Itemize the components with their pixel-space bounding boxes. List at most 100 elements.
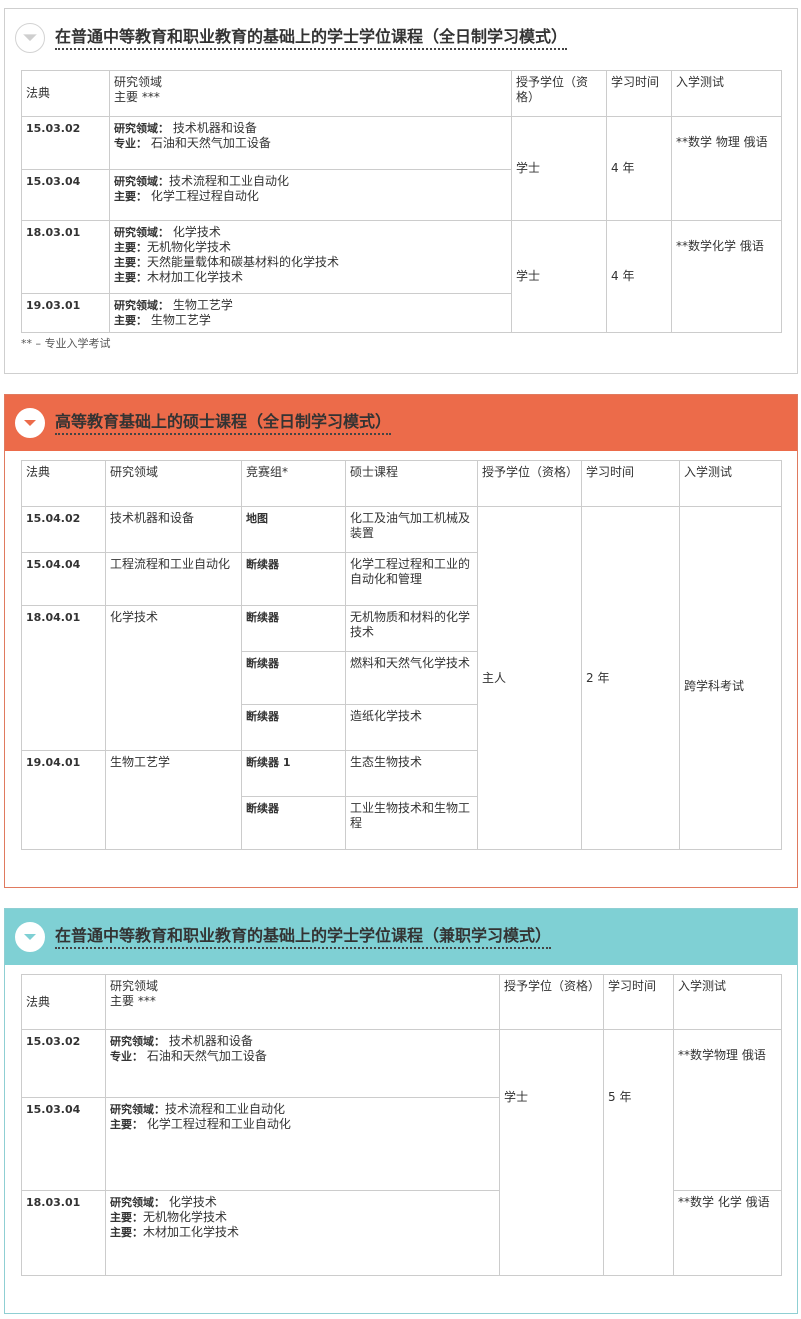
major-value: 无机物化学技术 [143,1210,228,1224]
major-value: 生物工艺学 [150,313,211,327]
major-value: 木材加工化学技术 [147,270,244,284]
program-code: 18.03.01 [21,220,110,294]
field-cell: 化学技术 [105,605,242,751]
field-label: 研究领域： [110,1035,165,1048]
program-code: 15.03.02 [21,116,110,170]
field-value: 生物工艺学 [172,298,233,312]
header-duration: 学习时间 [581,460,680,507]
section-title[interactable]: 在普通中等教育和职业教育的基础上的学士学位课程（兼职学习模式） [55,926,552,949]
field-label: 研究领域： [110,1103,165,1116]
header-duration: 学习时间 [606,70,672,117]
field-label: 研究领域： [114,226,169,239]
header-code: 法典 [21,974,106,1030]
table-row: 15.04.02 技术机器和设备 地图 化工及油气加工机械及装置 主人 2 年 … [21,506,782,850]
chevron-down-icon[interactable] [15,23,45,53]
chevron-down-icon[interactable] [15,408,45,438]
program-cell: 造纸化学技术 [345,704,478,751]
major-value: 石油和天然气加工设备 [146,1049,267,1063]
major-label: 主要： [114,190,147,203]
header-duration: 学习时间 [603,974,674,1030]
section-master-fulltime: 高等教育基础上的硕士课程（全日制学习模式） 法典 研究领域 竞赛组* 硕士课程 … [4,394,798,888]
header-major-label: 主要 *** [114,90,160,104]
group-cell: 断续器 [241,552,346,606]
duration-cell: 4 年 [606,116,672,221]
section-bachelor-parttime: 在普通中等教育和职业教育的基础上的学士学位课程（兼职学习模式） 法典 研究领域 … [4,908,798,1314]
exam-cell: 跨学科考试 [679,506,782,850]
major-value: 天然能量载体和碳基材料的化学技术 [147,255,340,269]
duration-cell: 2 年 [581,506,680,850]
section-title[interactable]: 在普通中等教育和职业教育的基础上的学士学位课程（全日制学习模式） [55,27,568,50]
degree-cell: 主人 [477,506,582,850]
section-header[interactable]: 在普通中等教育和职业教育的基础上的学士学位课程（兼职学习模式） [5,909,797,965]
program-detail: 研究领域： 化学技术 主要：无机物化学技术 主要：木材加工化学技术 [105,1190,500,1276]
major-value: 化学工程过程和工业自动化 [146,1117,291,1131]
major-label: 主要： [110,1211,143,1224]
program-code: 15.03.04 [21,169,110,221]
programs-table: 法典 研究领域 竞赛组* 硕士课程 授予学位（资格） 学习时间 入学测试 15.… [21,460,782,850]
header-exam: 入学测试 [679,460,782,507]
field-value: 技术流程和工业自动化 [165,1102,286,1116]
major-label: 主要： [114,241,147,254]
header-exam: 入学测试 [673,974,782,1030]
table-header-row: 法典 研究领域 主要 *** 授予学位（资格） 学习时间 入学测试 [21,974,782,1030]
program-detail: 研究领域：技术流程和工业自动化 主要： 化学工程过程和工业自动化 [105,1097,500,1191]
exam-cell: **数学 化学 俄语 [673,1190,782,1276]
major-value: 化学工程过程自动化 [150,189,259,203]
header-degree: 授予学位（资格） [499,974,604,1030]
program-cell: 化工及油气加工机械及装置 [345,506,478,553]
footnote: ** – 专业入学考试 [21,337,111,350]
field-cell: 工程流程和工业自动化 [105,552,242,606]
program-detail: 研究领域： 技术机器和设备 专业： 石油和天然气加工设备 [109,116,512,170]
major-label: 主要： [110,1118,143,1131]
program-detail: 研究领域： 化学技术 主要：无机物化学技术 主要：天然能量载体和碳基材料的化学技… [109,220,512,294]
group-cell: 断续器 [241,704,346,751]
program-code: 15.03.04 [21,1097,106,1191]
programs-table: 法典 研究领域 主要 *** 授予学位（资格） 学习时间 入学测试 15.03.… [21,70,782,333]
program-code: 15.03.02 [21,1029,106,1098]
field-value: 化学技术 [172,225,221,239]
group-cell: 断续器 [241,796,346,850]
major-label: 主要： [114,256,147,269]
header-exam: 入学测试 [671,70,782,117]
program-code: 18.03.01 [21,1190,106,1276]
major-label: 专业： [110,1050,143,1063]
chevron-down-icon[interactable] [15,922,45,952]
program-cell: 化学工程过程和工业的自动化和管理 [345,552,478,606]
program-detail: 研究领域： 技术机器和设备 专业： 石油和天然气加工设备 [105,1029,500,1098]
field-cell: 生物工艺学 [105,750,242,850]
major-label: 主要： [114,314,147,327]
table-header-row: 法典 研究领域 竞赛组* 硕士课程 授予学位（资格） 学习时间 入学测试 [21,460,782,507]
degree-cell: 学士 [511,116,607,221]
field-label: 研究领域： [110,1196,165,1209]
group-cell: 地图 [241,506,346,553]
table-row: 15.03.02 研究领域： 技术机器和设备 专业： 石油和天然气加工设备 学士… [21,1029,782,1276]
section-title[interactable]: 高等教育基础上的硕士课程（全日制学习模式） [55,412,392,435]
section-header[interactable]: 在普通中等教育和职业教育的基础上的学士学位课程（全日制学习模式） [5,9,797,67]
header-field-label: 研究领域 [110,979,159,993]
header-degree: 授予学位（资格） [511,70,607,117]
group-cell: 断续器 1 [241,750,346,797]
field-value: 技术机器和设备 [168,1034,253,1048]
field-value: 技术机器和设备 [172,121,257,135]
header-major-label: 主要 *** [110,994,156,1008]
program-cell: 燃料和天然气化学技术 [345,651,478,705]
field-cell: 技术机器和设备 [105,506,242,553]
major-value: 木材加工化学技术 [143,1225,240,1239]
table-header-row: 法典 研究领域 主要 *** 授予学位（资格） 学习时间 入学测试 [21,70,782,117]
header-field: 研究领域 主要 *** [109,70,512,117]
section-header[interactable]: 高等教育基础上的硕士课程（全日制学习模式） [5,395,797,451]
field-label: 研究领域： [114,299,169,312]
group-cell: 断续器 [241,651,346,705]
degree-cell: 学士 [499,1029,604,1276]
header-degree: 授予学位（资格） [477,460,582,507]
field-value: 化学技术 [168,1195,217,1209]
header-code: 法典 [21,460,106,507]
program-code: 19.04.01 [21,750,106,850]
program-code: 15.04.02 [21,506,106,553]
header-field-label: 研究领域 [114,75,163,89]
field-value: 技术流程和工业自动化 [169,174,290,188]
major-label: 专业： [114,137,147,150]
program-code: 15.04.04 [21,552,106,606]
header-field: 研究领域 [105,460,242,507]
program-detail: 研究领域： 生物工艺学 主要： 生物工艺学 [109,293,512,333]
